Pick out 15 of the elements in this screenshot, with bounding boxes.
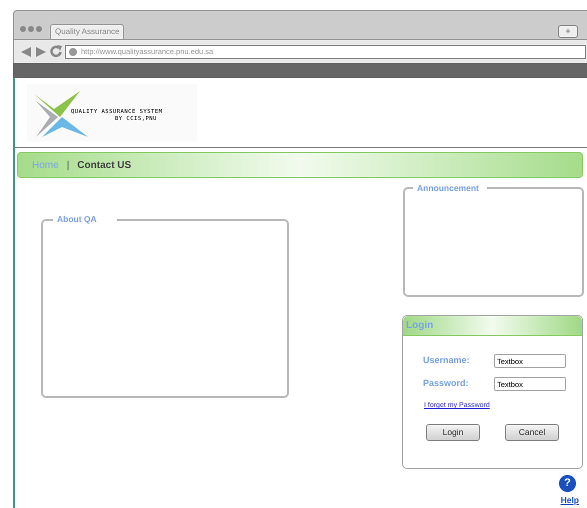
panel-legend: About QA (53, 213, 117, 226)
help-icon[interactable]: ? (559, 475, 576, 492)
field-label: Password: (423, 377, 469, 390)
form-button[interactable]: Cancel (505, 424, 559, 440)
nav-link[interactable]: Contact US (77, 158, 132, 172)
new-tab-button[interactable]: + (558, 25, 578, 38)
login-title: Login (403, 316, 582, 336)
window-dots-icon (20, 26, 44, 32)
form-button[interactable]: Login (426, 424, 480, 440)
forward-icon[interactable] (35, 46, 47, 58)
help-link[interactable]: Help (560, 494, 579, 507)
refresh-icon[interactable] (50, 45, 62, 58)
nav-separator: | (66, 158, 70, 172)
back-icon[interactable] (20, 46, 32, 58)
field-label: Username: (423, 354, 470, 368)
